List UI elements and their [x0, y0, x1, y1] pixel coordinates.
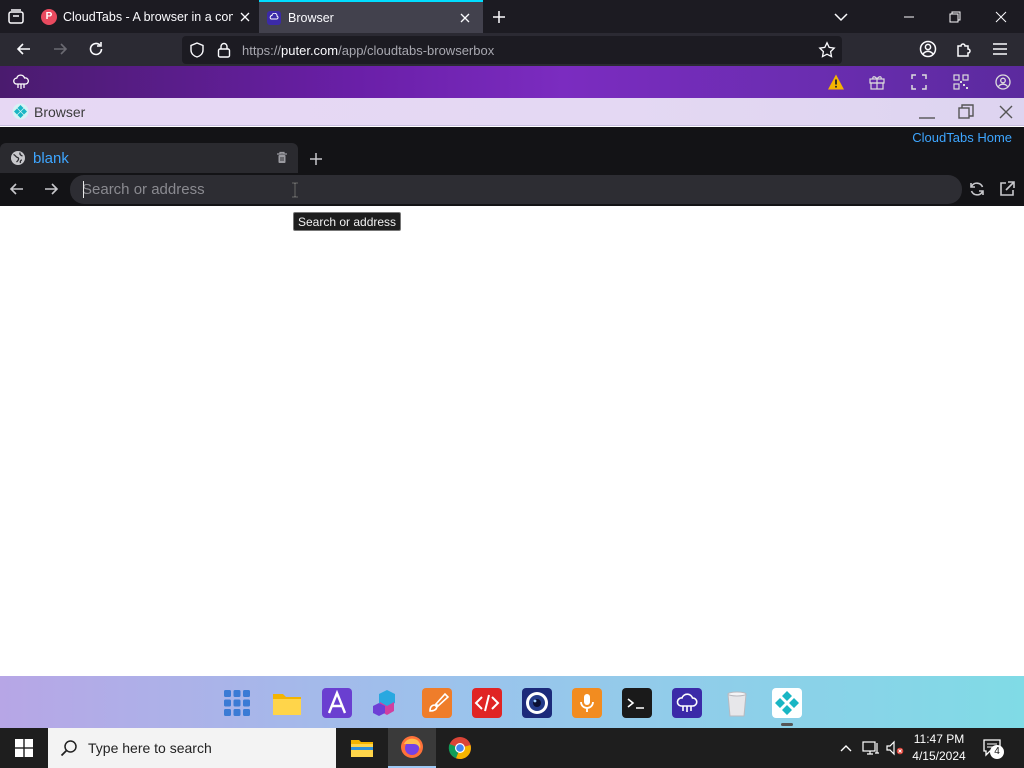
- trash-bin-icon[interactable]: [722, 688, 752, 718]
- new-cloudtab-icon[interactable]: [308, 151, 324, 167]
- bookmark-star-icon[interactable]: [818, 41, 836, 59]
- taskbar-search-placeholder: Type here to search: [88, 740, 212, 756]
- text-caret: [83, 181, 84, 198]
- window-close-icon[interactable]: [998, 104, 1014, 120]
- window-minimize-icon[interactable]: [918, 104, 936, 120]
- paint-brush-icon[interactable]: [422, 688, 452, 718]
- cloudtabs-address-input[interactable]: [82, 179, 942, 200]
- text-cursor-ibeam-icon: [290, 182, 300, 198]
- firefox-taskbar-icon[interactable]: [388, 728, 436, 768]
- running-indicator: [781, 723, 793, 726]
- qr-code-icon[interactable]: [952, 73, 970, 91]
- editor-a-icon[interactable]: [322, 688, 352, 718]
- warning-icon[interactable]: [827, 73, 845, 91]
- reload-icon[interactable]: [86, 39, 106, 59]
- url-path: /app/cloudtabs-browserbox: [338, 43, 495, 58]
- fullscreen-icon[interactable]: [910, 73, 928, 91]
- close-tab-trash-icon[interactable]: [276, 151, 288, 164]
- notification-count-badge: 4: [990, 745, 1004, 759]
- tooltip: Search or address: [293, 212, 402, 231]
- search-icon: [60, 739, 78, 757]
- close-tab-icon[interactable]: [239, 11, 251, 23]
- puter-top-bar: [0, 66, 1024, 98]
- blocks-cube-icon[interactable]: [372, 688, 402, 718]
- cloudtabs-address-bar[interactable]: [70, 175, 962, 204]
- cloudtabs-forward-icon[interactable]: [42, 181, 60, 197]
- cloudtabs-app: CloudTabs Home blank: [0, 127, 1024, 676]
- windows-start-icon[interactable]: [0, 728, 48, 768]
- web-content-area[interactable]: [0, 206, 1024, 676]
- app-launcher-grid-icon[interactable]: [222, 688, 252, 718]
- extensions-icon[interactable]: [954, 39, 974, 59]
- close-window-icon[interactable]: [978, 0, 1024, 33]
- camera-lens-icon[interactable]: [522, 688, 552, 718]
- clock-time: 11:47 PM: [913, 732, 965, 746]
- notification-center-icon[interactable]: 4: [982, 738, 1006, 760]
- firefox-view-icon[interactable]: [6, 7, 26, 27]
- terminal-icon[interactable]: [622, 688, 652, 718]
- browser-tab-title: Browser: [288, 10, 334, 25]
- files-folder-icon[interactable]: [272, 688, 302, 718]
- account-icon[interactable]: [918, 39, 938, 59]
- restore-window-icon[interactable]: [932, 0, 978, 33]
- list-all-tabs-icon[interactable]: [832, 8, 850, 26]
- puter-cloud-dock-icon[interactable]: [672, 688, 702, 718]
- network-icon[interactable]: [862, 740, 880, 756]
- url-prefix: https://: [242, 43, 282, 58]
- puter-dock: [0, 676, 1024, 728]
- browser-tab-strip: P CloudTabs - A browser in a com Browser: [0, 0, 1024, 33]
- user-account-icon[interactable]: [994, 73, 1012, 91]
- gift-icon[interactable]: [868, 73, 886, 91]
- cloudtabs-back-icon[interactable]: [8, 181, 26, 197]
- tracking-shield-icon[interactable]: [188, 41, 206, 59]
- browser-navigation-bar: https://puter.com/app/cloudtabs-browserb…: [0, 33, 1024, 66]
- window-titlebar[interactable]: Browser: [0, 98, 1024, 126]
- window-maximize-icon[interactable]: [958, 104, 974, 120]
- new-tab-icon[interactable]: [490, 8, 508, 26]
- chrome-icon[interactable]: [436, 728, 484, 768]
- file-explorer-icon[interactable]: [338, 728, 386, 768]
- cloudtabs-open-external-icon[interactable]: [998, 180, 1016, 198]
- cloudtabs-toolbar: CloudTabs Home blank: [0, 127, 1024, 206]
- cloudtabs-refresh-icon[interactable]: [968, 180, 986, 198]
- cloudtabs-home-link[interactable]: CloudTabs Home: [912, 130, 1012, 145]
- cloudtabs-tab-label: blank: [33, 150, 69, 167]
- url-domain: puter.com: [281, 43, 339, 58]
- lock-icon[interactable]: [216, 41, 232, 59]
- window-title: Browser: [34, 104, 86, 120]
- microphone-icon[interactable]: [572, 688, 602, 718]
- back-arrow-icon[interactable]: [14, 39, 34, 59]
- clock-date: 4/15/2024: [912, 749, 966, 763]
- browser-tab-title: CloudTabs - A browser in a com: [63, 9, 233, 24]
- browser-tab-cloudtabs[interactable]: P CloudTabs - A browser in a com: [33, 0, 257, 33]
- show-hidden-icons-chevron-icon[interactable]: [838, 740, 854, 756]
- minimize-window-icon[interactable]: [886, 0, 932, 33]
- forward-arrow-icon[interactable]: [50, 39, 70, 59]
- taskbar-search-box[interactable]: Type here to search: [48, 728, 336, 768]
- taskbar-clock[interactable]: 11:47 PM 4/15/2024: [906, 731, 972, 765]
- url-text: https://puter.com/app/cloudtabs-browserb…: [242, 43, 494, 58]
- puter-cloud-icon: [267, 10, 281, 25]
- puter-p-icon: P: [41, 8, 57, 25]
- windows-taskbar: Type here to search 11:47 PM 4/15/2024 4: [0, 728, 1024, 768]
- globe-icon: [10, 150, 26, 166]
- volume-muted-icon[interactable]: [886, 740, 904, 756]
- menu-hamburger-icon[interactable]: [990, 39, 1010, 59]
- browser-tab-browser[interactable]: Browser: [259, 0, 483, 33]
- cloudtabs-tab-blank[interactable]: blank: [0, 143, 298, 173]
- close-tab-icon[interactable]: [459, 12, 471, 24]
- cloudtabs-dock-icon[interactable]: [772, 688, 802, 718]
- cloudtabs-app-icon: [12, 103, 29, 120]
- url-bar[interactable]: https://puter.com/app/cloudtabs-browserb…: [182, 36, 842, 64]
- puter-logo-icon[interactable]: [12, 73, 30, 91]
- code-editor-icon[interactable]: [472, 688, 502, 718]
